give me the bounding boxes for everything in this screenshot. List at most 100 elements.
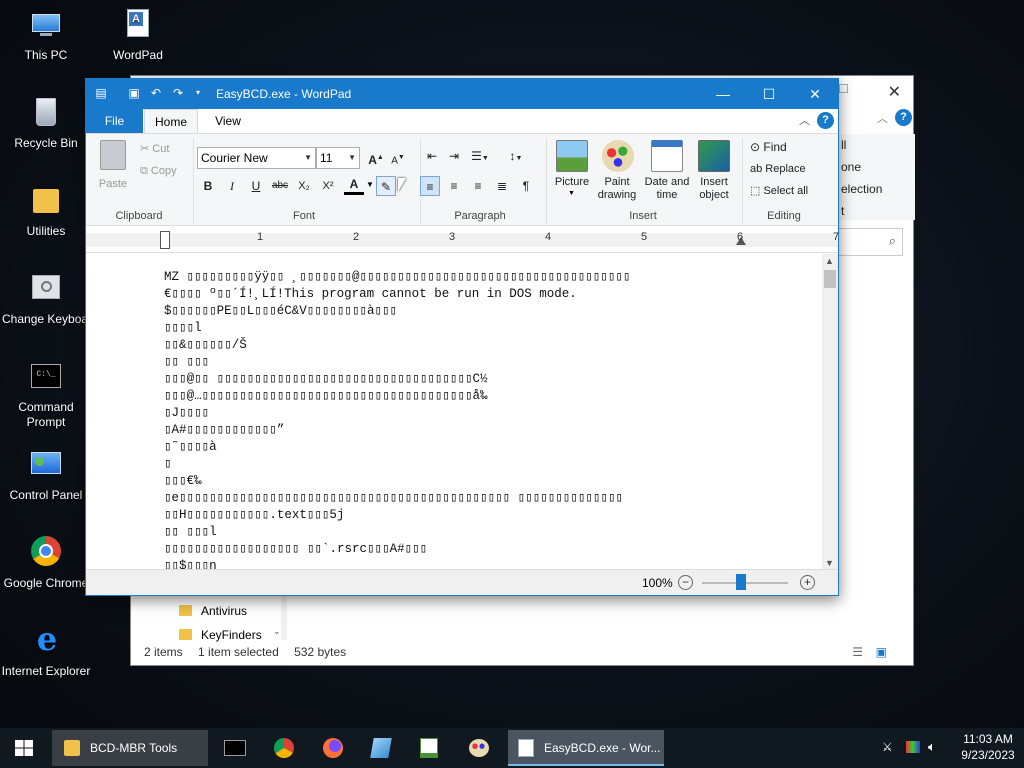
paragraph-settings-button[interactable]: ¶ [516, 176, 536, 196]
tab-view[interactable]: View [198, 109, 258, 133]
increase-indent-button[interactable]: ⇥ [444, 146, 464, 166]
grow-font-button[interactable]: A▲ [366, 148, 386, 168]
large-icons-view-icon[interactable]: ▣ [876, 639, 887, 665]
highlight-button[interactable]: ✎ [376, 176, 396, 196]
wordpad-icon [518, 739, 534, 757]
paste-button[interactable]: Paste [92, 138, 134, 198]
close-button[interactable]: ✕ [792, 79, 838, 109]
font-family-select[interactable]: Courier New ▼ [197, 147, 316, 169]
maximize-icon[interactable]: ☐ [838, 82, 849, 96]
maximize-button[interactable]: ☐ [746, 79, 792, 109]
insert-picture-button[interactable]: Picture ▼ [552, 138, 592, 202]
taskbar-item-chart-app[interactable] [406, 730, 452, 766]
replace-button[interactable]: ab Replace [750, 160, 806, 178]
details-view-icon[interactable]: ☰ [852, 639, 863, 665]
sidebar-scrollbar[interactable] [281, 596, 287, 640]
desktop-icon-control-panel[interactable]: Control Panel [0, 448, 92, 503]
insert-object-button[interactable]: Insert object [694, 138, 734, 202]
document-line: ▯ [164, 457, 172, 471]
desktop-icon-google-chrome[interactable]: Google Chrome [0, 536, 92, 591]
desktop-icon-utilities[interactable]: Utilities [0, 184, 92, 239]
chevron-down-icon[interactable]: ▼ [366, 180, 374, 189]
sidebar-item-antivirus[interactable]: Antivirus [179, 600, 247, 622]
group-separator [546, 138, 547, 224]
taskbar-item-command-prompt[interactable] [212, 730, 258, 766]
taskbar-item-chrome[interactable] [262, 730, 308, 766]
ribbon-text[interactable]: ll [835, 134, 915, 156]
desktop-icon-wordpad[interactable]: A WordPad [92, 8, 184, 63]
start-button[interactable] [0, 728, 48, 768]
justify-button[interactable]: ≣ [492, 176, 512, 196]
wordpad-app-icon[interactable]: ▤ [94, 86, 108, 100]
zoom-level: 100% [642, 576, 673, 590]
zoom-out-button[interactable]: − [678, 575, 693, 590]
left-indent-marker[interactable] [160, 231, 170, 249]
text-color-button[interactable]: A [344, 176, 364, 195]
volume-muted-icon[interactable]: 🔈︎ [928, 739, 936, 755]
ribbon-text[interactable]: one [835, 156, 915, 178]
clock-time[interactable]: 11:03 AM [956, 732, 1020, 746]
color-app-icon[interactable] [906, 741, 920, 753]
copy-button[interactable]: ⧉ Copy [140, 162, 177, 180]
vertical-scrollbar[interactable]: ▲ ▼ [822, 254, 838, 570]
scroll-thumb[interactable] [824, 270, 836, 288]
underline-button[interactable]: U [246, 176, 266, 196]
date-time-button[interactable]: Date and time [642, 138, 692, 202]
taskbar-item-firefox[interactable] [310, 730, 356, 766]
align-right-button[interactable]: ≡ [468, 176, 488, 196]
cut-button[interactable]: ✂ Cut [140, 140, 169, 158]
font-size-select[interactable]: 11 ▼ [316, 147, 360, 169]
close-icon[interactable]: ✕ [888, 82, 901, 102]
taskbar-item-paint[interactable] [456, 730, 502, 766]
taskbar-item-bcd-mbr-tools[interactable]: BCD-MBR Tools [52, 730, 208, 766]
scroll-down-icon[interactable]: ▼ [825, 558, 834, 568]
desktop-icon-internet-explorer[interactable]: e Internet Explorer [0, 623, 92, 679]
desktop-icon-change-keyboard-layout[interactable]: Change Keyboard Layout [0, 272, 92, 327]
desktop-icon-command-prompt[interactable]: C:\_ Command Prompt [0, 360, 92, 430]
tab-file[interactable]: File [86, 109, 143, 133]
superscript-button[interactable]: X² [318, 176, 338, 196]
bullet-list-button[interactable]: ☰▼ [470, 146, 490, 166]
italic-button[interactable]: I [222, 176, 242, 196]
align-center-button[interactable]: ≡ [444, 176, 464, 196]
bold-button[interactable]: B [198, 176, 218, 196]
scroll-up-icon[interactable]: ▲ [825, 256, 834, 266]
customize-quick-access-icon[interactable]: ▾ [191, 86, 205, 100]
strikethrough-button[interactable]: abc [270, 176, 290, 196]
paste-label: Paste [98, 178, 128, 190]
help-icon[interactable]: ? [895, 109, 912, 126]
save-icon[interactable]: ▣ [127, 86, 141, 100]
document-area[interactable]: MZ ▯▯▯▯▯▯▯▯▯ÿÿ▯▯ ¸▯▯▯▯▯▯▯@▯▯▯▯▯▯▯▯▯▯▯▯▯▯… [86, 254, 824, 570]
chevron-up-icon[interactable]: ︿ [877, 110, 888, 126]
desktop-icon-recycle-bin[interactable]: Recycle Bin [0, 96, 92, 151]
zoom-slider-thumb[interactable] [735, 574, 746, 590]
clock-date[interactable]: 9/23/2023 [956, 748, 1020, 762]
ribbon-text[interactable]: election [835, 178, 915, 200]
chevron-down-icon[interactable]: ⌄ [273, 626, 281, 637]
select-all-button[interactable]: ⬚ Select all [750, 182, 808, 200]
shrink-font-button[interactable]: A▼ [388, 148, 408, 168]
undo-icon[interactable]: ↶ [149, 86, 163, 100]
paint-palette-icon [602, 140, 634, 172]
wordpad-window[interactable]: ▤ ▣ ↶ ↷ ▾ EasyBCD.exe - WordPad — ☐ ✕ Fi… [85, 78, 839, 596]
decrease-indent-button[interactable]: ⇤ [422, 146, 442, 166]
network-icon[interactable]: ⚔ [882, 740, 893, 754]
subscript-button[interactable]: X₂ [294, 176, 314, 196]
desktop-icon-this-pc[interactable]: This PC [0, 8, 92, 63]
taskbar-item-notepad[interactable] [358, 730, 404, 766]
help-icon[interactable]: ? [817, 112, 834, 129]
zoom-in-button[interactable]: + [800, 575, 815, 590]
line-spacing-button[interactable]: ↕▼ [506, 146, 526, 166]
align-left-button[interactable]: ≡ [420, 176, 440, 196]
copy-label: Copy [150, 165, 177, 177]
ruler[interactable]: 1 2 3 4 5 6 7 [86, 227, 839, 253]
minimize-button[interactable]: — [700, 79, 746, 109]
title-bar[interactable]: ▤ ▣ ↶ ↷ ▾ EasyBCD.exe - WordPad — ☐ ✕ [86, 79, 838, 109]
redo-icon[interactable]: ↷ [171, 86, 185, 100]
paint-drawing-button[interactable]: Paint drawing [594, 138, 640, 202]
taskbar-item-wordpad[interactable]: EasyBCD.exe - Wor... [508, 730, 664, 766]
search-input[interactable]: ⌕ [835, 228, 903, 256]
tab-home[interactable]: Home [144, 109, 198, 133]
collapse-ribbon-icon[interactable]: ︿ [799, 112, 810, 128]
find-button[interactable]: ⊙ Find [750, 138, 787, 156]
